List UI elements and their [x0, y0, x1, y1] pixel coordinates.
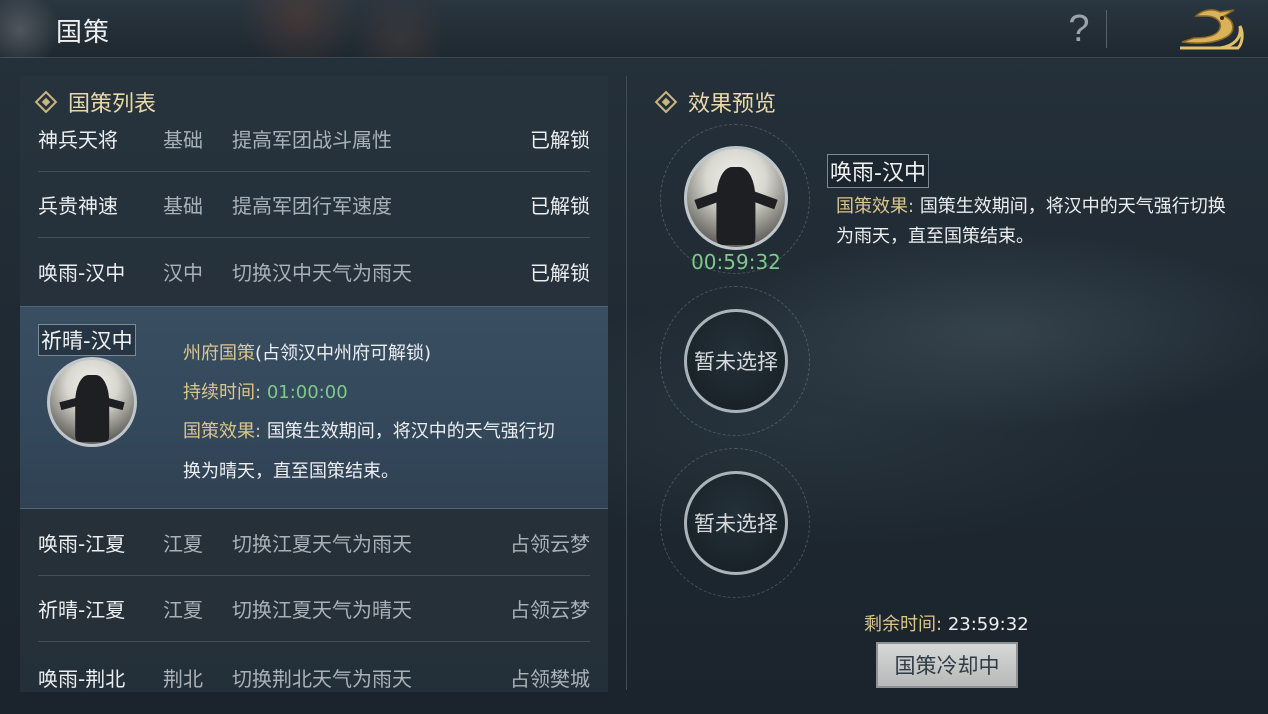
remaining-time: 剩余时间: 23:59:32	[864, 610, 1029, 636]
policy-name: 神兵天将	[38, 128, 118, 152]
selected-policy-card[interactable]: 祈晴-汉中 州府国策(占领汉中州府可解锁) 持续时间: 01:00:00 国策效…	[20, 306, 608, 509]
policy-region: 江夏	[163, 598, 203, 622]
policy-desc: 切换汉中天气为雨天	[232, 260, 412, 285]
portrait-figure	[75, 375, 109, 443]
duration-value: 01:00:00	[266, 382, 348, 403]
cooldown-button[interactable]: 国策冷却中	[876, 642, 1018, 688]
preview-heading: 效果预览	[654, 86, 777, 118]
portrait-figure	[716, 166, 756, 246]
selected-policy-effect-cont: 换为晴天，直至国策结束。	[183, 461, 399, 482]
effect-label: 国策效果:	[183, 421, 262, 442]
policy-status: 已解锁	[530, 128, 590, 152]
policy-name: 兵贵神速	[38, 194, 118, 218]
duration-label: 持续时间:	[183, 382, 262, 403]
policy-status: 已解锁	[530, 194, 590, 218]
unlock-note: (占领汉中州府可解锁)	[255, 343, 432, 364]
policy-desc: 切换江夏天气为晴天	[232, 598, 412, 622]
policy-region: 汉中	[163, 260, 203, 285]
policy-desc: 切换江夏天气为雨天	[232, 532, 412, 556]
policy-region: 江夏	[163, 532, 203, 556]
active-policy-portrait[interactable]	[684, 146, 788, 250]
panel-divider	[626, 76, 627, 690]
policy-region: 基础	[163, 128, 203, 152]
policy-desc: 切换荆北天气为雨天	[232, 666, 412, 691]
preview-heading-text: 效果预览	[688, 92, 777, 117]
policy-row[interactable]: 祈晴-江夏 江夏 切换江夏天气为晴天 占领云梦	[38, 576, 590, 642]
policy-status: 已解锁	[530, 260, 590, 285]
policy-row[interactable]: 唤雨-荆北 荆北 切换荆北天气为雨天 占领樊城	[38, 644, 590, 692]
empty-policy-slot[interactable]: 暂未选择	[684, 471, 788, 575]
selected-policy-effect: 国策效果: 国策生效期间，将汉中的天气强行切	[183, 417, 555, 443]
active-policy-timer: 00:59:32	[691, 250, 781, 274]
policy-region: 荆北	[163, 666, 203, 691]
effect-line-1: 国策生效期间，将汉中的天气强行切	[266, 421, 555, 442]
diamond-icon	[654, 90, 678, 114]
policy-row[interactable]: 唤雨-汉中 汉中 切换汉中天气为雨天 已解锁	[38, 238, 590, 304]
policy-row[interactable]: 唤雨-江夏 江夏 切换江夏天气为雨天 占领云梦	[38, 510, 590, 576]
policy-status: 占领云梦	[510, 532, 590, 556]
policy-list-panel: 国策列表 神兵天将 基础 提高军团战斗属性 已解锁 兵贵神速 基础 提高军团行军…	[20, 76, 608, 692]
dragon-logo-icon[interactable]	[1176, 4, 1248, 54]
selected-policy-type: 州府国策(占领汉中州府可解锁)	[183, 339, 431, 365]
policy-desc: 提高军团战斗属性	[232, 128, 392, 152]
policy-desc: 提高军团行军速度	[232, 194, 392, 218]
active-policy-name: 唤雨-汉中	[827, 154, 929, 188]
policy-name: 唤雨-荆北	[38, 666, 126, 691]
page-title: 国策	[56, 18, 111, 48]
policy-row[interactable]: 神兵天将 基础 提高军团战斗属性 已解锁	[38, 106, 590, 172]
policy-region: 基础	[163, 194, 203, 218]
remaining-value: 23:59:32	[947, 614, 1029, 635]
policy-type-label: 州府国策	[183, 343, 255, 364]
top-bar: 国策 ?	[0, 0, 1268, 58]
policy-status: 占领樊城	[510, 666, 590, 691]
policy-name: 祈晴-江夏	[38, 598, 126, 622]
policy-portrait	[47, 357, 137, 447]
policy-name: 唤雨-江夏	[38, 532, 126, 556]
active-policy-effect: 国策效果: 国策生效期间，将汉中的天气强行切换为雨天，直至国策结束。	[836, 192, 1226, 252]
effect-label: 国策效果:	[836, 196, 915, 217]
top-divider	[1106, 10, 1107, 48]
empty-policy-slot[interactable]: 暂未选择	[684, 309, 788, 413]
policy-row[interactable]: 兵贵神速 基础 提高军团行军速度 已解锁	[38, 172, 590, 238]
selected-policy-duration: 持续时间: 01:00:00	[183, 378, 348, 404]
selected-policy-name: 祈晴-汉中	[38, 324, 136, 356]
help-icon[interactable]: ?	[1064, 8, 1094, 51]
policy-name: 唤雨-汉中	[38, 260, 126, 285]
policy-status: 占领云梦	[510, 598, 590, 622]
remaining-label: 剩余时间:	[864, 614, 943, 635]
